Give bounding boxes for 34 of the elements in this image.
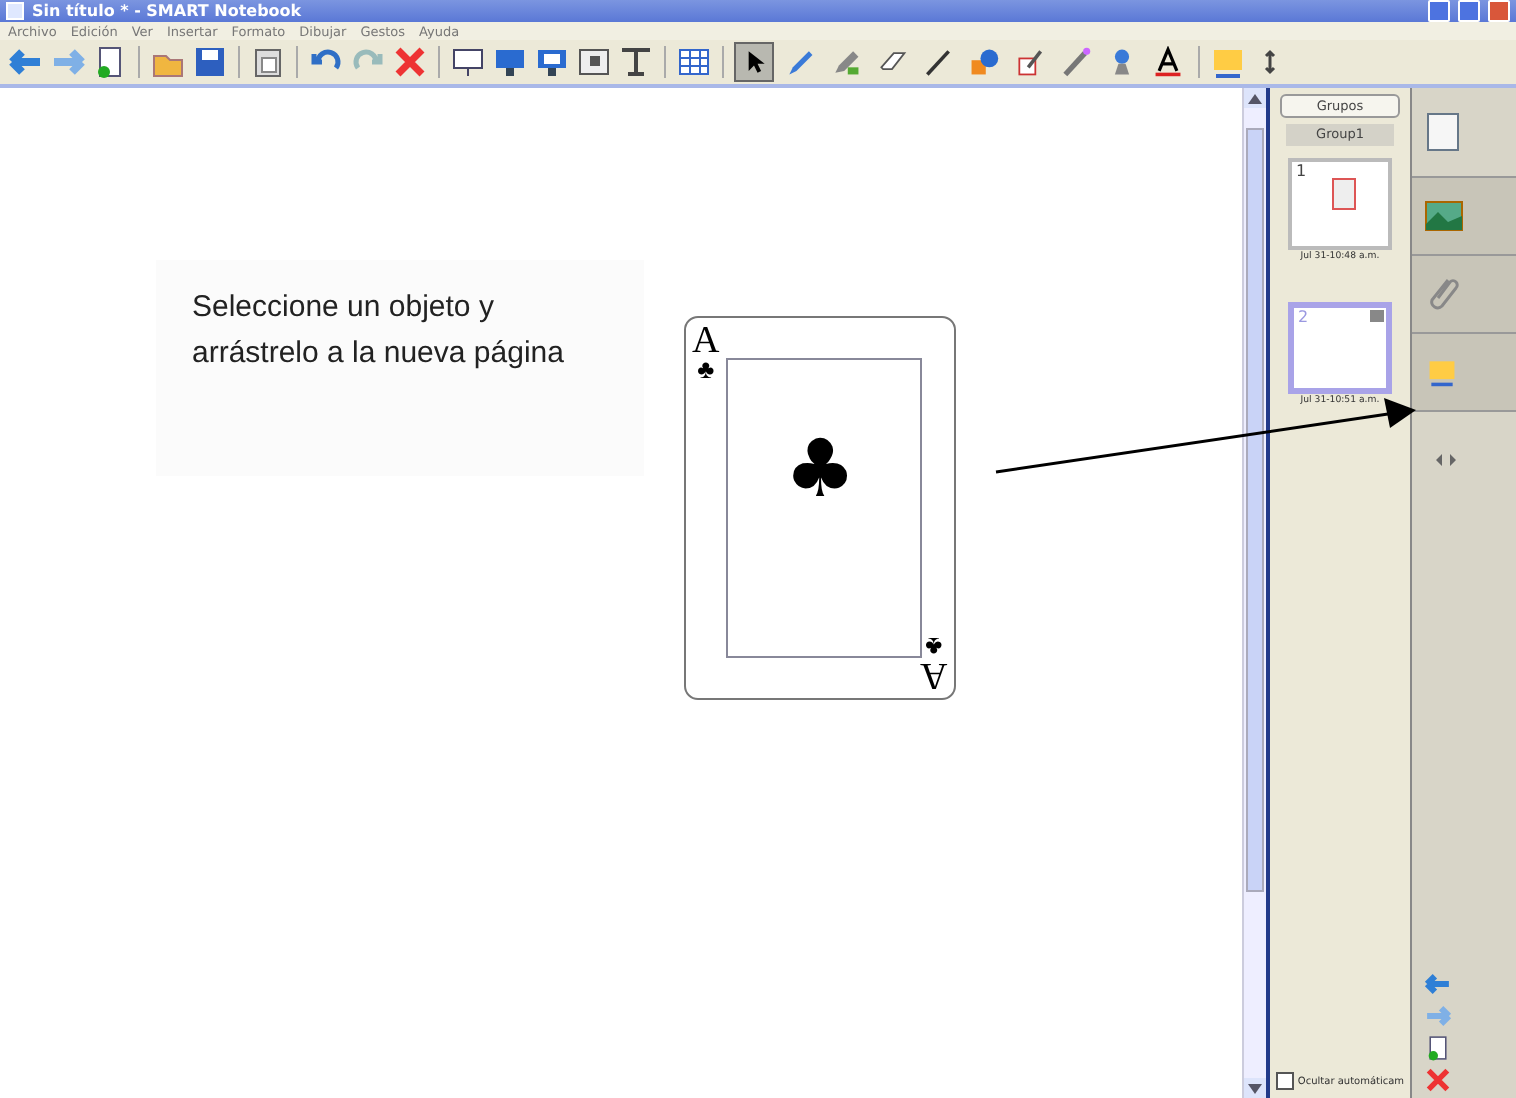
scroll-up-icon[interactable] <box>1248 93 1262 103</box>
back-arrow-icon[interactable] <box>8 44 44 80</box>
page-number: 1 <box>1296 162 1307 180</box>
card-rank: A <box>920 658 948 692</box>
app-icon <box>6 2 24 20</box>
page-sorter-icon[interactable] <box>1424 110 1464 154</box>
scroll-down-icon[interactable] <box>1248 1083 1262 1093</box>
gallery-icon[interactable] <box>1424 200 1464 232</box>
card-thumbnail <box>1332 178 1356 210</box>
back-arrow-icon[interactable] <box>1424 970 1452 998</box>
minimize-button[interactable] <box>1428 0 1450 22</box>
card-suit: ♣ <box>925 634 943 658</box>
page-thumbnail[interactable]: 1 <box>1288 158 1392 250</box>
monitor-icon[interactable] <box>534 44 570 80</box>
text-note[interactable]: Seleccione un objeto y arrástrelo a la nueva página <box>156 260 644 476</box>
playing-card[interactable]: A ♣ ♣ A ♣ <box>684 316 956 700</box>
page-number: 2 <box>1298 308 1309 326</box>
window-title: Sin título * - SMART Notebook <box>32 1 302 21</box>
maximize-button[interactable] <box>1458 0 1480 22</box>
page-thumbnail[interactable]: 2 <box>1288 302 1392 394</box>
screen-icon[interactable] <box>450 44 486 80</box>
card-suit: ♣ <box>697 358 715 382</box>
paste-icon[interactable] <box>250 44 286 80</box>
scrollbar[interactable] <box>1242 88 1266 1098</box>
table-icon[interactable] <box>676 44 712 80</box>
close-button[interactable] <box>1488 0 1510 22</box>
monitor-icon[interactable] <box>492 44 528 80</box>
resize-icon[interactable] <box>1436 454 1456 466</box>
capture-icon[interactable] <box>576 44 612 80</box>
card-suit: ♣ <box>782 430 858 510</box>
add-page-icon[interactable] <box>1424 1034 1452 1062</box>
save-icon[interactable] <box>192 44 228 80</box>
card-rank: A <box>692 324 720 358</box>
delete-icon[interactable] <box>392 44 428 80</box>
